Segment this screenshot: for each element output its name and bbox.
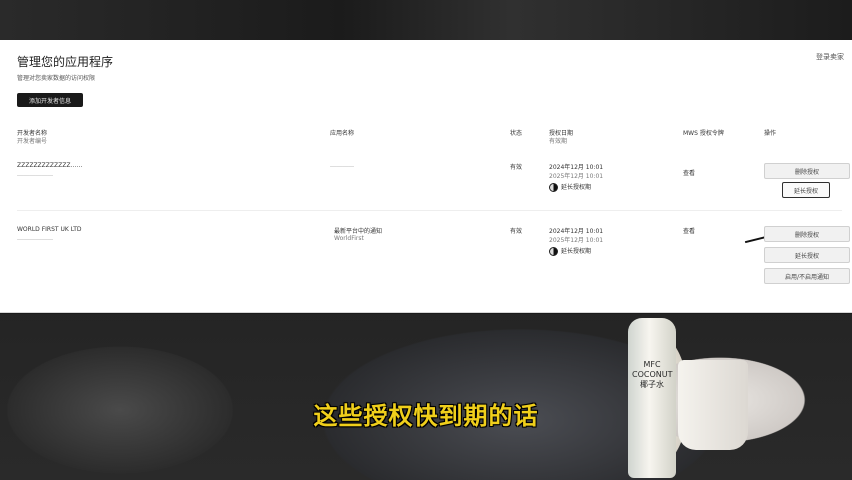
- row1-mws[interactable]: 查看: [683, 168, 695, 177]
- row1-expiry: 2025年12月 10:01: [549, 173, 604, 180]
- row2-mws[interactable]: 查看: [683, 226, 695, 235]
- row1-developer-sub: ………………: [17, 171, 53, 178]
- row2-extend-link[interactable]: 延长授权期: [549, 246, 591, 256]
- row1-extend-label: 延长授权期: [561, 184, 592, 191]
- col-developer-sub: 开发者编号: [17, 138, 48, 145]
- extend-icon: [549, 247, 558, 256]
- row2-delete-button[interactable]: 删除授权: [764, 226, 850, 242]
- bottle-label: MFC COCONUT 椰子水: [632, 360, 673, 389]
- row2-notify-button[interactable]: 启用/不启用通知: [764, 268, 850, 284]
- col-auth-date-sub: 有效期: [549, 138, 568, 145]
- page-subtitle: 管理对您卖家数据的访问权限: [17, 75, 96, 82]
- row2-developer: WORLD FIRST UK LTD: [17, 226, 82, 233]
- row2-date: 2024年12月 10:01: [549, 228, 604, 235]
- row2-extend-label: 延长授权期: [561, 248, 592, 255]
- row1-date: 2024年12月 10:01: [549, 164, 604, 171]
- col-app: 应用名称: [330, 130, 355, 137]
- app-management-panel: 管理您的应用程序 管理对您卖家数据的访问权限 登录卖家 添加开发者信息 开发者名…: [0, 40, 852, 313]
- row1-extend-button[interactable]: 延长授权: [782, 182, 830, 198]
- video-caption: 这些授权快到期的话: [313, 402, 539, 430]
- col-status: 状态: [510, 130, 523, 137]
- row1-status: 有效: [510, 164, 523, 171]
- top-dark-band: [0, 0, 852, 40]
- row2-extend-button[interactable]: 延长授权: [764, 247, 850, 263]
- row2-status: 有效: [510, 228, 523, 235]
- col-mws: MWS 授权令牌: [683, 130, 724, 137]
- seller-login-link[interactable]: 登录卖家: [816, 52, 844, 62]
- row1-extend-link[interactable]: 延长授权期: [549, 182, 591, 192]
- row2-app: 最新平台中的通知: [334, 228, 383, 235]
- row2-app-sub: WorldFirst: [334, 235, 364, 242]
- row1-app: …………: [330, 162, 354, 169]
- row2-expiry: 2025年12月 10:01: [549, 237, 604, 244]
- row1-delete-button[interactable]: 删除授权: [764, 163, 850, 179]
- row1-developer: ZZZZZZZZZZZZZ……: [17, 162, 83, 169]
- page-title: 管理您的应用程序: [17, 55, 114, 69]
- row2-developer-sub: ………………: [17, 235, 53, 242]
- row-divider: [17, 210, 842, 211]
- add-developer-button[interactable]: 添加开发者信息: [17, 93, 83, 107]
- col-actions: 操作: [764, 130, 777, 137]
- extend-icon: [549, 183, 558, 192]
